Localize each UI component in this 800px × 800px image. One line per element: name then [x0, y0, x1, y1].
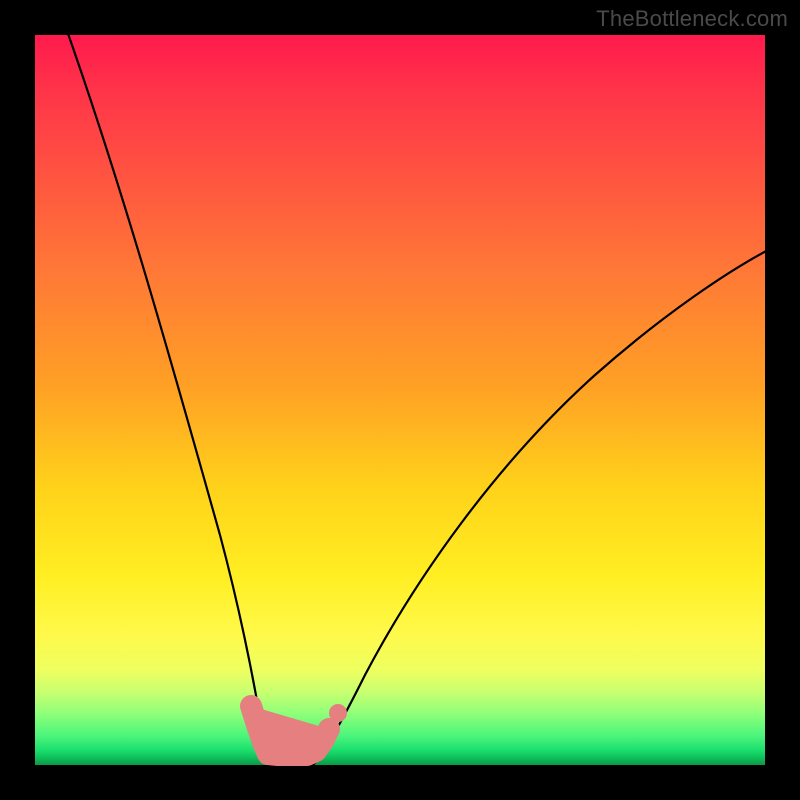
highlight-region — [251, 706, 329, 755]
chart-frame: TheBottleneck.com — [0, 0, 800, 800]
curve-left — [65, 25, 275, 765]
curve-right — [313, 249, 770, 765]
chart-overlay — [35, 35, 765, 765]
watermark-text: TheBottleneck.com — [596, 6, 788, 32]
highlight-dot — [329, 704, 347, 722]
